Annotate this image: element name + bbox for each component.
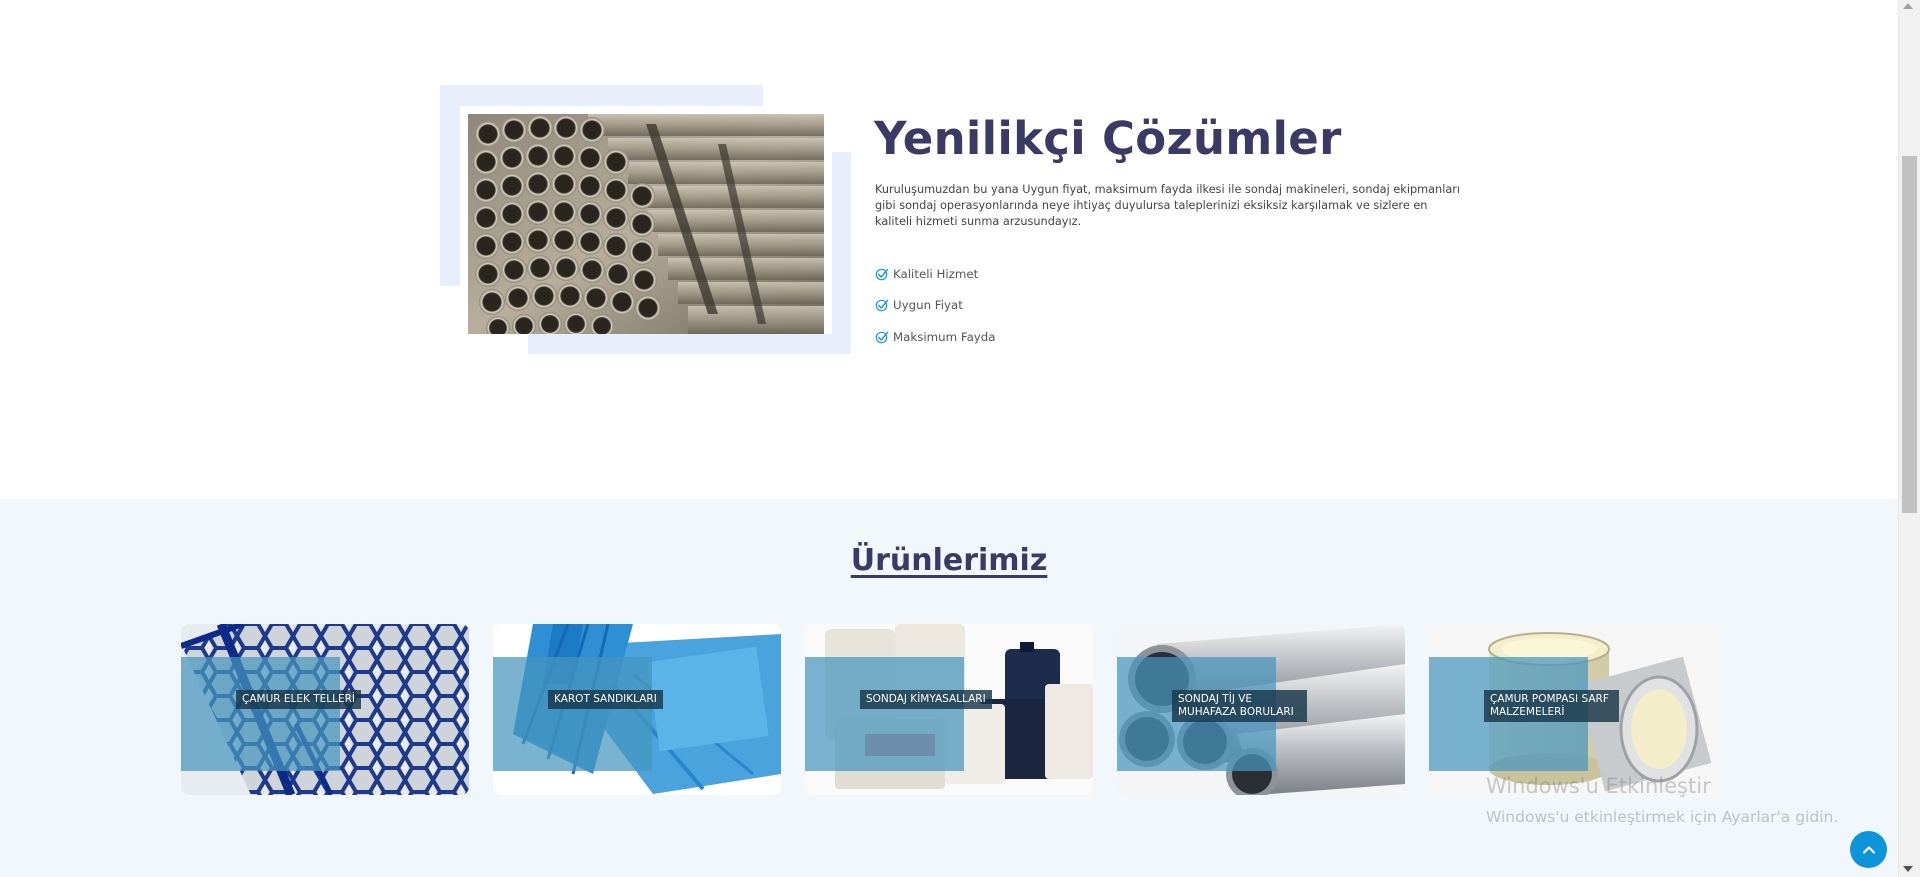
scrollbar-thumb[interactable] bbox=[1902, 156, 1917, 513]
feature-label: Uygun Fiyat bbox=[893, 298, 963, 313]
feature-list: Kaliteli Hizmet Uygun Fiyat Maksimum Fay… bbox=[875, 258, 996, 353]
card-overlay bbox=[493, 657, 652, 771]
product-card-camur-elek-telleri[interactable]: ÇAMUR ELEK TELLERİ bbox=[181, 624, 469, 795]
check-circle-icon bbox=[875, 331, 889, 344]
products-title[interactable]: Ürünlerimiz bbox=[0, 543, 1898, 578]
product-card-sondaj-kimyasallari[interactable]: SONDAJ KİMYASALLARI bbox=[805, 624, 1093, 795]
windows-activation-title: Windows'u Etkinleştir bbox=[1486, 774, 1711, 798]
card-overlay bbox=[181, 657, 340, 771]
feature-item: Maksimum Fayda bbox=[875, 321, 996, 353]
about-image-card bbox=[460, 106, 832, 334]
about-description: Kuruluşumuzdan bu yana Uygun fiyat, maks… bbox=[875, 183, 1461, 228]
steel-pipes-image bbox=[468, 114, 824, 334]
check-circle-icon bbox=[875, 299, 889, 312]
product-card-karot-sandiklari[interactable]: KAROT SANDIKLARI bbox=[493, 624, 781, 795]
chevron-up-icon bbox=[1862, 845, 1875, 854]
feature-item: Kaliteli Hizmet bbox=[875, 258, 996, 290]
scroll-down-arrow-icon[interactable] bbox=[1903, 866, 1913, 872]
scroll-to-top-button[interactable] bbox=[1850, 831, 1887, 868]
about-title: Yenilikçi Çözümler bbox=[874, 112, 1342, 165]
product-label[interactable]: ÇAMUR ELEK TELLERİ bbox=[236, 690, 362, 709]
about-section: Yenilikçi Çözümler Kuruluşumuzdan bu yan… bbox=[0, 0, 1898, 499]
product-label[interactable]: SONDAJ TİJ VE MUHAFAZA BORULARI bbox=[1172, 690, 1307, 722]
feature-label: Kaliteli Hizmet bbox=[893, 266, 979, 281]
feature-label: Maksimum Fayda bbox=[893, 329, 996, 344]
feature-item: Uygun Fiyat bbox=[875, 290, 996, 322]
product-card-camur-pompasi-sarf-malzemeleri[interactable]: ÇAMUR POMPASI SARF MALZEMELERİ bbox=[1429, 624, 1717, 795]
product-card-sondaj-tij-muhafaza-borulari[interactable]: SONDAJ TİJ VE MUHAFAZA BORULARI bbox=[1117, 624, 1405, 795]
product-label[interactable]: SONDAJ KİMYASALLARI bbox=[860, 690, 992, 709]
scroll-up-arrow-icon[interactable] bbox=[1903, 3, 1913, 9]
windows-activation-subtitle: Windows'u etkinleştirmek için Ayarlar'a … bbox=[1486, 808, 1839, 826]
product-label[interactable]: ÇAMUR POMPASI SARF MALZEMELERİ bbox=[1484, 690, 1619, 722]
card-overlay bbox=[805, 657, 964, 771]
product-label[interactable]: KAROT SANDIKLARI bbox=[548, 690, 663, 709]
check-circle-icon bbox=[875, 268, 889, 281]
